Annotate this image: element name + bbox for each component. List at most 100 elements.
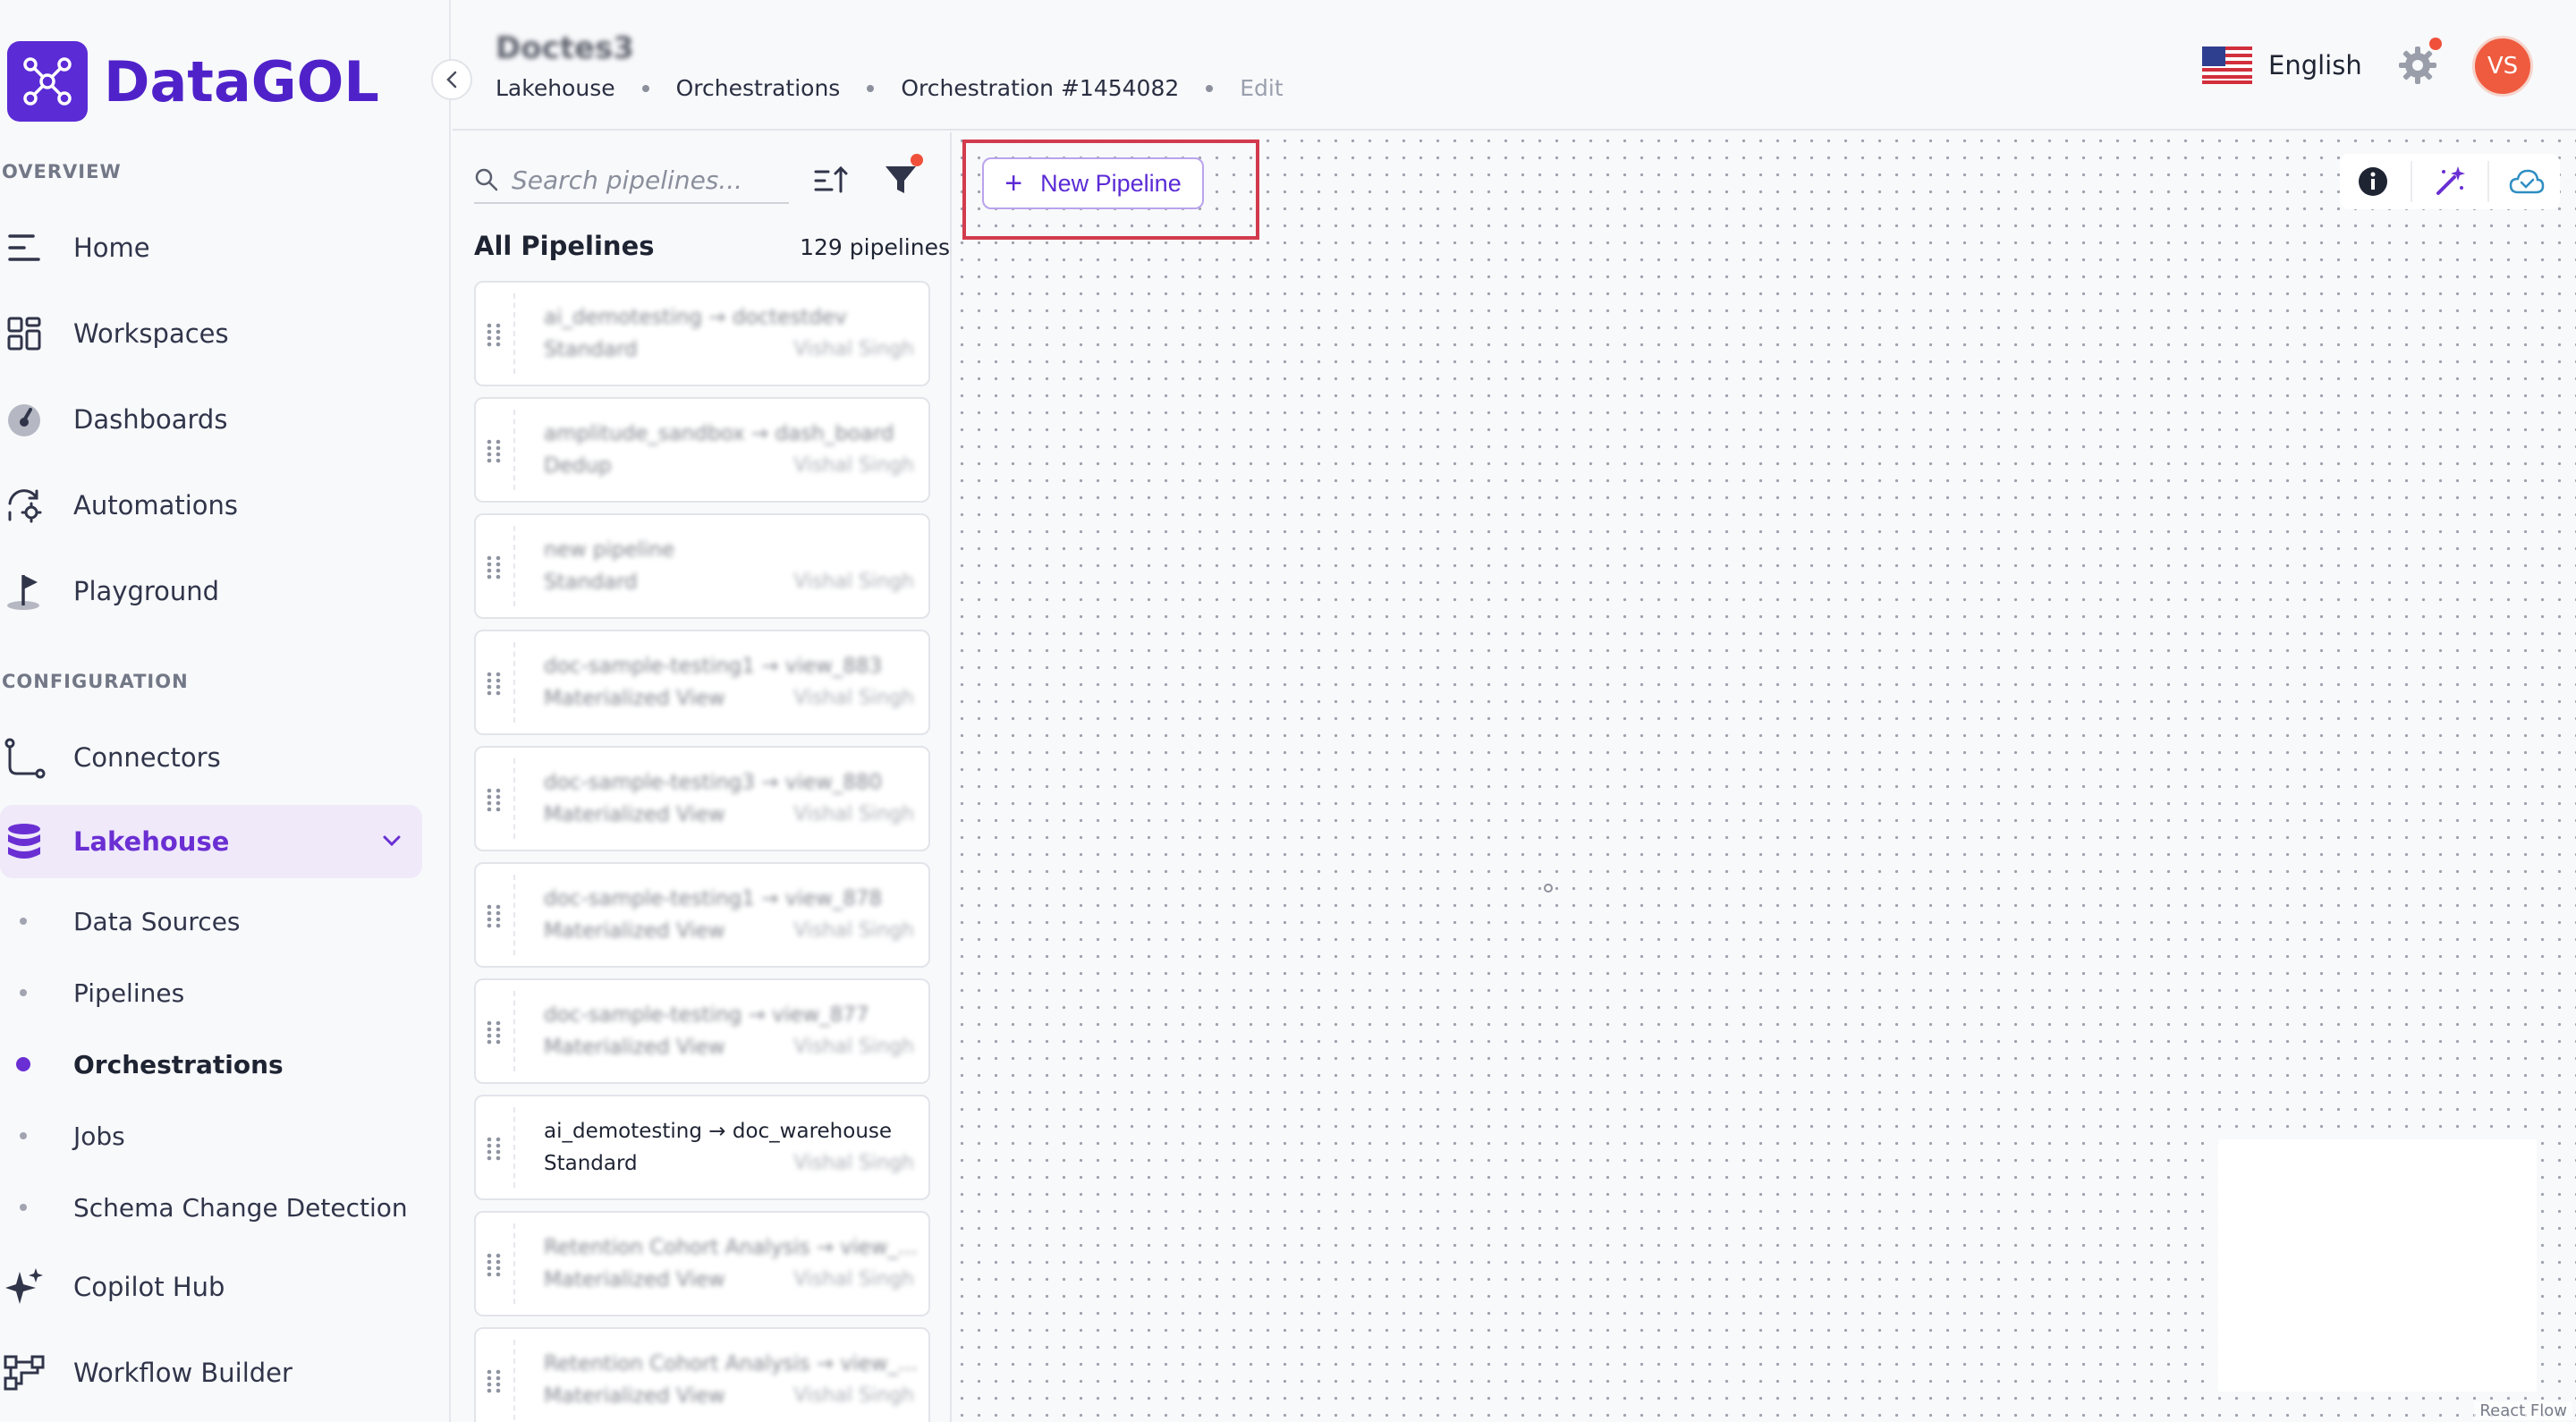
sidebar-subitem-pipelines[interactable]: Pipelines xyxy=(0,966,422,1020)
pipeline-card[interactable]: Retention Cohort Analysis → view_... Mate… xyxy=(474,1327,930,1422)
pipeline-type: Materialized View xyxy=(544,803,725,826)
brand-logo[interactable]: DataGOL xyxy=(7,41,379,122)
react-flow-attribution[interactable]: React Flow xyxy=(2474,1401,2572,1420)
sidebar-item-copilot-hub[interactable]: Copilot Hub xyxy=(0,1250,422,1324)
sidebar-item-label: Home xyxy=(73,233,150,263)
magic-wand-button[interactable] xyxy=(2422,154,2478,209)
collapse-sidebar-button[interactable] xyxy=(431,59,472,100)
pipeline-type: Materialized View xyxy=(544,1036,725,1059)
drag-handle-icon[interactable] xyxy=(485,1020,503,1045)
language-selector[interactable]: English xyxy=(2202,47,2362,84)
filter-button[interactable] xyxy=(880,154,923,200)
sidebar-item-playground[interactable]: Playground xyxy=(0,554,422,628)
pipeline-card[interactable]: Retention Cohort Analysis → view_... Mate… xyxy=(474,1211,930,1316)
pipelines-list-title: All Pipelines xyxy=(474,231,655,261)
breadcrumb-orchestration-id[interactable]: Orchestration #1454082 xyxy=(901,75,1179,101)
drag-handle-icon[interactable] xyxy=(485,554,503,580)
pipeline-title: Retention Cohort Analysis → view_... xyxy=(544,1236,918,1259)
pipeline-title: doc-sample-testing3 → view_880 xyxy=(544,771,883,794)
pipeline-type: Standard xyxy=(544,1152,638,1175)
card-divider xyxy=(513,642,515,723)
flow-minimap[interactable] xyxy=(2218,1139,2537,1392)
language-label: English xyxy=(2268,50,2362,80)
sidebar-subitem-label: Orchestrations xyxy=(73,1049,284,1079)
pipeline-title: Retention Cohort Analysis → view_... xyxy=(544,1352,918,1375)
breadcrumb: Lakehouse Orchestrations Orchestration #… xyxy=(496,75,1284,101)
top-header: Doctes3 Lakehouse Orchestrations Orchest… xyxy=(453,0,2576,131)
settings-button[interactable] xyxy=(2397,38,2442,86)
drag-handle-icon[interactable] xyxy=(485,438,503,463)
pipeline-card[interactable]: doc-sample-testing → view_877 Materialize… xyxy=(474,978,930,1084)
pipeline-owner: Vishal Singh xyxy=(793,1268,914,1291)
sidebar-item-label: Automations xyxy=(73,490,239,521)
pipeline-card[interactable]: amplitude_sandbox → dash_board Dedup Visha… xyxy=(474,397,930,503)
card-divider xyxy=(513,991,515,1071)
sidebar-subitem-label: Jobs xyxy=(73,1121,125,1151)
breadcrumb-edit: Edit xyxy=(1240,75,1284,101)
sidebar-item-home[interactable]: Home xyxy=(0,211,422,284)
user-avatar[interactable]: VS xyxy=(2472,36,2533,97)
breadcrumb-orchestrations[interactable]: Orchestrations xyxy=(676,75,841,101)
logo-network-icon xyxy=(7,41,88,122)
pipeline-title: amplitude_sandbox → dash_board xyxy=(544,422,894,445)
drag-handle-icon[interactable] xyxy=(485,787,503,812)
info-button[interactable] xyxy=(2345,154,2401,209)
drag-handle-icon[interactable] xyxy=(485,1368,503,1393)
breadcrumb-lakehouse[interactable]: Lakehouse xyxy=(496,75,615,101)
card-divider xyxy=(513,1107,515,1188)
sidebar-subitem-jobs[interactable]: Jobs xyxy=(0,1109,422,1163)
pipeline-type: Materialized View xyxy=(544,919,725,943)
sidebar-subitem-orchestrations[interactable]: Orchestrations xyxy=(0,1037,422,1091)
pipeline-card[interactable]: doc-sample-testing1 → view_883 Materializ… xyxy=(474,630,930,735)
section-label-configuration: CONFIGURATION xyxy=(2,671,189,692)
pipeline-owner: Vishal Singh xyxy=(793,1152,914,1174)
drag-handle-icon[interactable] xyxy=(485,322,503,347)
pipeline-card[interactable]: ai_demotesting → doctestdev Standard Visha… xyxy=(474,281,930,386)
pipeline-owner: Vishal Singh xyxy=(793,803,914,825)
search-input[interactable] xyxy=(512,165,780,195)
bullet-icon xyxy=(20,1204,27,1211)
cloud-sync-button[interactable] xyxy=(2499,154,2555,209)
bullet-icon xyxy=(20,918,27,925)
sort-icon xyxy=(814,165,848,193)
flow-canvas[interactable]: + New Pipeline React Flow xyxy=(953,132,2576,1422)
drag-handle-icon[interactable] xyxy=(485,671,503,696)
sidebar-item-automations[interactable]: Automations xyxy=(0,469,422,542)
drag-handle-icon[interactable] xyxy=(485,1136,503,1161)
sidebar-item-workflow-builder[interactable]: Workflow Builder xyxy=(0,1336,422,1409)
menu-lines-icon xyxy=(2,225,47,270)
drag-handle-icon[interactable] xyxy=(485,903,503,928)
sidebar-item-workspaces[interactable]: Workspaces xyxy=(0,297,422,370)
bullet-icon xyxy=(20,1132,27,1139)
pipeline-card[interactable]: new pipeline Standard Vishal Singh xyxy=(474,513,930,619)
connector-icon xyxy=(2,735,47,780)
pipeline-list: ai_demotesting → doctestdev Standard Visha… xyxy=(474,281,930,1422)
card-divider xyxy=(513,1340,515,1420)
new-pipeline-button[interactable]: + New Pipeline xyxy=(982,157,1204,209)
chevron-left-icon xyxy=(446,71,457,89)
sidebar-item-label: Playground xyxy=(73,576,220,606)
gear-icon xyxy=(2399,47,2436,84)
sidebar-item-connectors[interactable]: Connectors xyxy=(0,721,422,794)
breadcrumb-separator xyxy=(641,84,649,92)
sort-button[interactable] xyxy=(810,159,852,200)
pipeline-card[interactable]: doc-sample-testing3 → view_880 Materializ… xyxy=(474,746,930,851)
sidebar-item-lakehouse[interactable]: Lakehouse xyxy=(0,805,422,878)
pipeline-card[interactable]: ai_demotesting → doc_warehouse Standard Vi… xyxy=(474,1095,930,1200)
sidebar-item-label: Dashboards xyxy=(73,404,228,435)
pipeline-title: doc-sample-testing1 → view_883 xyxy=(544,655,883,678)
chevron-down-icon[interactable] xyxy=(381,830,402,855)
pipeline-owner: Vishal Singh xyxy=(793,338,914,360)
sidebar: DataGOL OVERVIEW Home Workspaces Dashboa… xyxy=(0,0,451,1422)
cloud-check-icon xyxy=(2510,169,2545,194)
canvas-node-handle[interactable] xyxy=(1544,884,1553,893)
sidebar-subitem-data-sources[interactable]: Data Sources xyxy=(0,894,422,948)
pipeline-card[interactable]: doc-sample-testing1 → view_878 Materializ… xyxy=(474,862,930,968)
drag-handle-icon[interactable] xyxy=(485,1252,503,1277)
sidebar-subitem-schema-change-detection[interactable]: Schema Change Detection xyxy=(0,1181,422,1234)
pipeline-owner: Vishal Singh xyxy=(793,1384,914,1407)
us-flag-icon xyxy=(2202,47,2252,84)
sidebar-item-dashboards[interactable]: Dashboards xyxy=(0,383,422,456)
brand-name: DataGOL xyxy=(104,48,379,114)
search-field[interactable] xyxy=(474,157,789,204)
